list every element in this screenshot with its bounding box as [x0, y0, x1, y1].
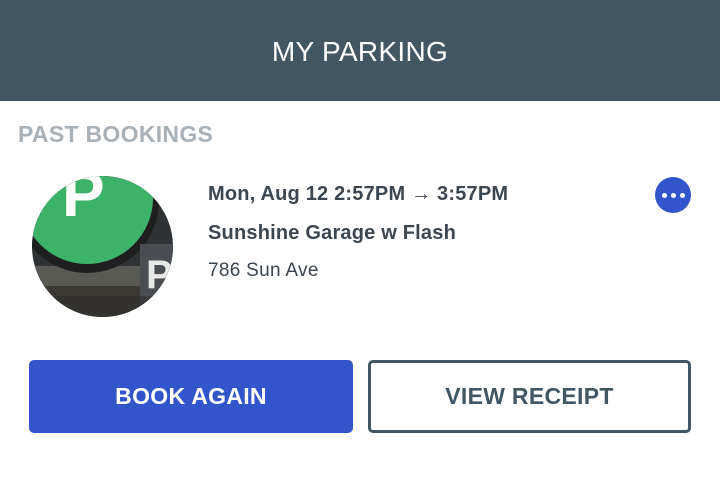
booking-address: 786 Sun Ave	[208, 260, 319, 281]
svg-text:P: P	[146, 253, 173, 297]
svg-text:P: P	[62, 176, 105, 230]
app-header: MY PARKING	[0, 0, 720, 101]
view-receipt-button[interactable]: VIEW RECEIPT	[368, 360, 691, 433]
book-again-button[interactable]: BOOK AGAIN	[29, 360, 353, 433]
garage-thumbnail: P P	[32, 176, 173, 317]
more-dot-icon	[670, 192, 676, 198]
booking-details[interactable]: Mon, Aug 12 2:57PM → 3:57PM Sunshine Gar…	[208, 180, 508, 284]
booking-garage-name: Sunshine Garage w Flash	[208, 222, 456, 244]
section-label-past-bookings: PAST BOOKINGS	[18, 121, 214, 147]
parking-sign-photo-icon: P P	[32, 176, 173, 317]
more-dot-icon	[679, 192, 685, 198]
more-dot-icon	[661, 192, 667, 198]
booking-time-range: Mon, Aug 12 2:57PM → 3:57PM	[208, 183, 509, 205]
more-options-button[interactable]	[655, 177, 691, 213]
page-title: MY PARKING	[271, 35, 449, 67]
